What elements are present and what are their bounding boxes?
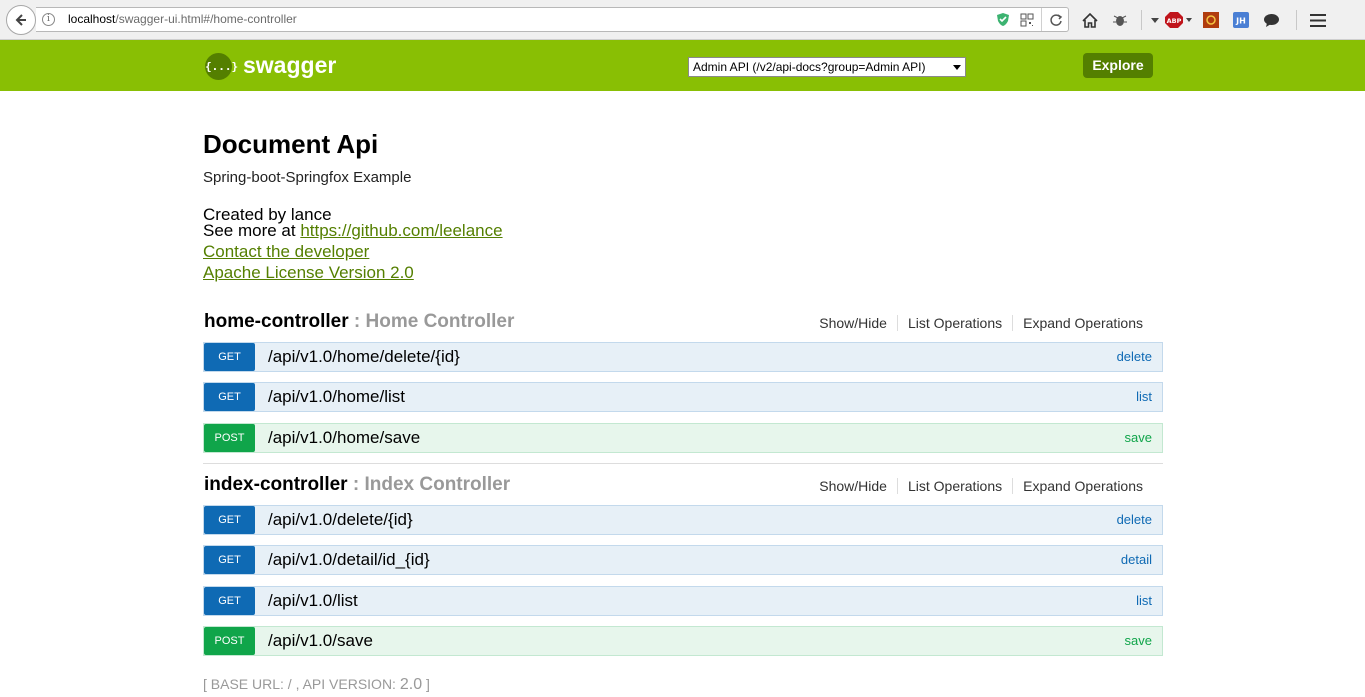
home-icon[interactable]: [1075, 7, 1105, 33]
http-method-badge[interactable]: GET: [204, 343, 255, 371]
operation-path[interactable]: /api/v1.0/list: [268, 591, 358, 611]
operation-row[interactable]: GET /api/v1.0/delete/{id} delete: [203, 505, 1163, 535]
operation-row[interactable]: GET /api/v1.0/detail/id_{id} detail: [203, 545, 1163, 575]
swagger-title: swagger: [243, 52, 337, 78]
http-method-badge[interactable]: GET: [204, 546, 255, 574]
http-method-badge[interactable]: GET: [204, 587, 255, 615]
bug-icon[interactable]: [1105, 7, 1135, 33]
operation-summary[interactable]: list: [1136, 389, 1152, 404]
address-bar[interactable]: i localhost/swagger-ui.html#/home-contro…: [36, 7, 1069, 32]
api-group-select[interactable]: Admin API (/v2/api-docs?group=Admin API): [688, 57, 966, 77]
show-hide-link[interactable]: Show/Hide: [809, 478, 897, 494]
operation-path[interactable]: /api/v1.0/detail/id_{id}: [268, 550, 430, 570]
operation-row[interactable]: GET /api/v1.0/home/list list: [203, 382, 1163, 412]
api-footer: [ BASE URL: / , API VERSION: 2.0 ]: [203, 676, 430, 693]
operation-row[interactable]: POST /api/v1.0/home/save save: [203, 423, 1163, 453]
operation-row[interactable]: GET /api/v1.0/list list: [203, 586, 1163, 616]
svg-text:JH: JH: [1235, 17, 1246, 26]
operation-path[interactable]: /api/v1.0/home/list: [268, 387, 405, 407]
back-button[interactable]: [6, 5, 36, 35]
swagger-logo-icon: {...}: [205, 53, 238, 80]
license-link[interactable]: Apache License Version 2.0: [203, 263, 414, 282]
reload-icon[interactable]: [1044, 8, 1068, 31]
operation-path[interactable]: /api/v1.0/home/delete/{id}: [268, 347, 460, 367]
explore-button[interactable]: Explore: [1083, 53, 1153, 78]
page-info-icon[interactable]: i: [42, 13, 55, 26]
back-arrow-icon: [15, 14, 26, 26]
resource-header: index-controller : Index Controller Show…: [203, 474, 1163, 500]
github-link[interactable]: https://github.com/leelance: [300, 221, 502, 240]
jh-extension-icon[interactable]: JH: [1226, 7, 1256, 33]
operation-summary[interactable]: save: [1125, 633, 1152, 648]
resource-title[interactable]: home-controller : Home Controller: [204, 311, 514, 333]
see-more-text: See more at https://github.com/leelance: [203, 221, 503, 240]
operation-summary[interactable]: delete: [1117, 349, 1152, 364]
menu-icon[interactable]: [1303, 7, 1333, 33]
show-hide-link[interactable]: Show/Hide: [809, 315, 897, 331]
extension-square-icon[interactable]: [1196, 7, 1226, 33]
operation-path[interactable]: /api/v1.0/home/save: [268, 428, 420, 448]
expand-operations-link[interactable]: Expand Operations: [1012, 315, 1153, 331]
select-arrow-icon: [953, 65, 961, 70]
list-operations-link[interactable]: List Operations: [896, 478, 1012, 494]
expand-operations-link[interactable]: Expand Operations: [1012, 478, 1153, 494]
url-text: localhost/swagger-ui.html#/home-controll…: [68, 12, 297, 26]
operation-summary[interactable]: detail: [1121, 552, 1152, 567]
contact-developer-link[interactable]: Contact the developer: [203, 242, 369, 261]
resource-header: home-controller : Home Controller Show/H…: [203, 311, 1163, 337]
shield-icon[interactable]: [991, 8, 1015, 31]
svg-text:ABP: ABP: [1167, 17, 1182, 25]
page-title: Document Api: [203, 129, 379, 159]
swagger-header: {...} swagger Admin API (/v2/api-docs?gr…: [0, 40, 1365, 91]
http-method-badge[interactable]: GET: [204, 506, 255, 534]
browser-toolbar: i localhost/swagger-ui.html#/home-contro…: [0, 0, 1365, 40]
page-description: Spring-boot-Springfox Example: [203, 169, 412, 186]
operation-summary[interactable]: delete: [1117, 512, 1152, 527]
resource-title[interactable]: index-controller : Index Controller: [204, 474, 510, 496]
http-method-badge[interactable]: POST: [204, 627, 255, 655]
dropdown-arrow-icon[interactable]: [1148, 7, 1162, 33]
http-method-badge[interactable]: GET: [204, 383, 255, 411]
operation-summary[interactable]: list: [1136, 593, 1152, 608]
adblock-icon[interactable]: ABP: [1162, 7, 1196, 33]
operation-summary[interactable]: save: [1125, 430, 1152, 445]
list-operations-link[interactable]: List Operations: [896, 315, 1012, 331]
chat-bubble-icon[interactable]: [1256, 7, 1286, 33]
operation-path[interactable]: /api/v1.0/delete/{id}: [268, 510, 413, 530]
operation-row[interactable]: GET /api/v1.0/home/delete/{id} delete: [203, 342, 1163, 372]
http-method-badge[interactable]: POST: [204, 424, 255, 452]
resource-divider: [203, 463, 1163, 464]
api-group-select-value: Admin API (/v2/api-docs?group=Admin API): [693, 60, 926, 74]
qr-code-icon[interactable]: [1015, 8, 1039, 31]
operation-row[interactable]: POST /api/v1.0/save save: [203, 626, 1163, 656]
operation-path[interactable]: /api/v1.0/save: [268, 631, 373, 651]
